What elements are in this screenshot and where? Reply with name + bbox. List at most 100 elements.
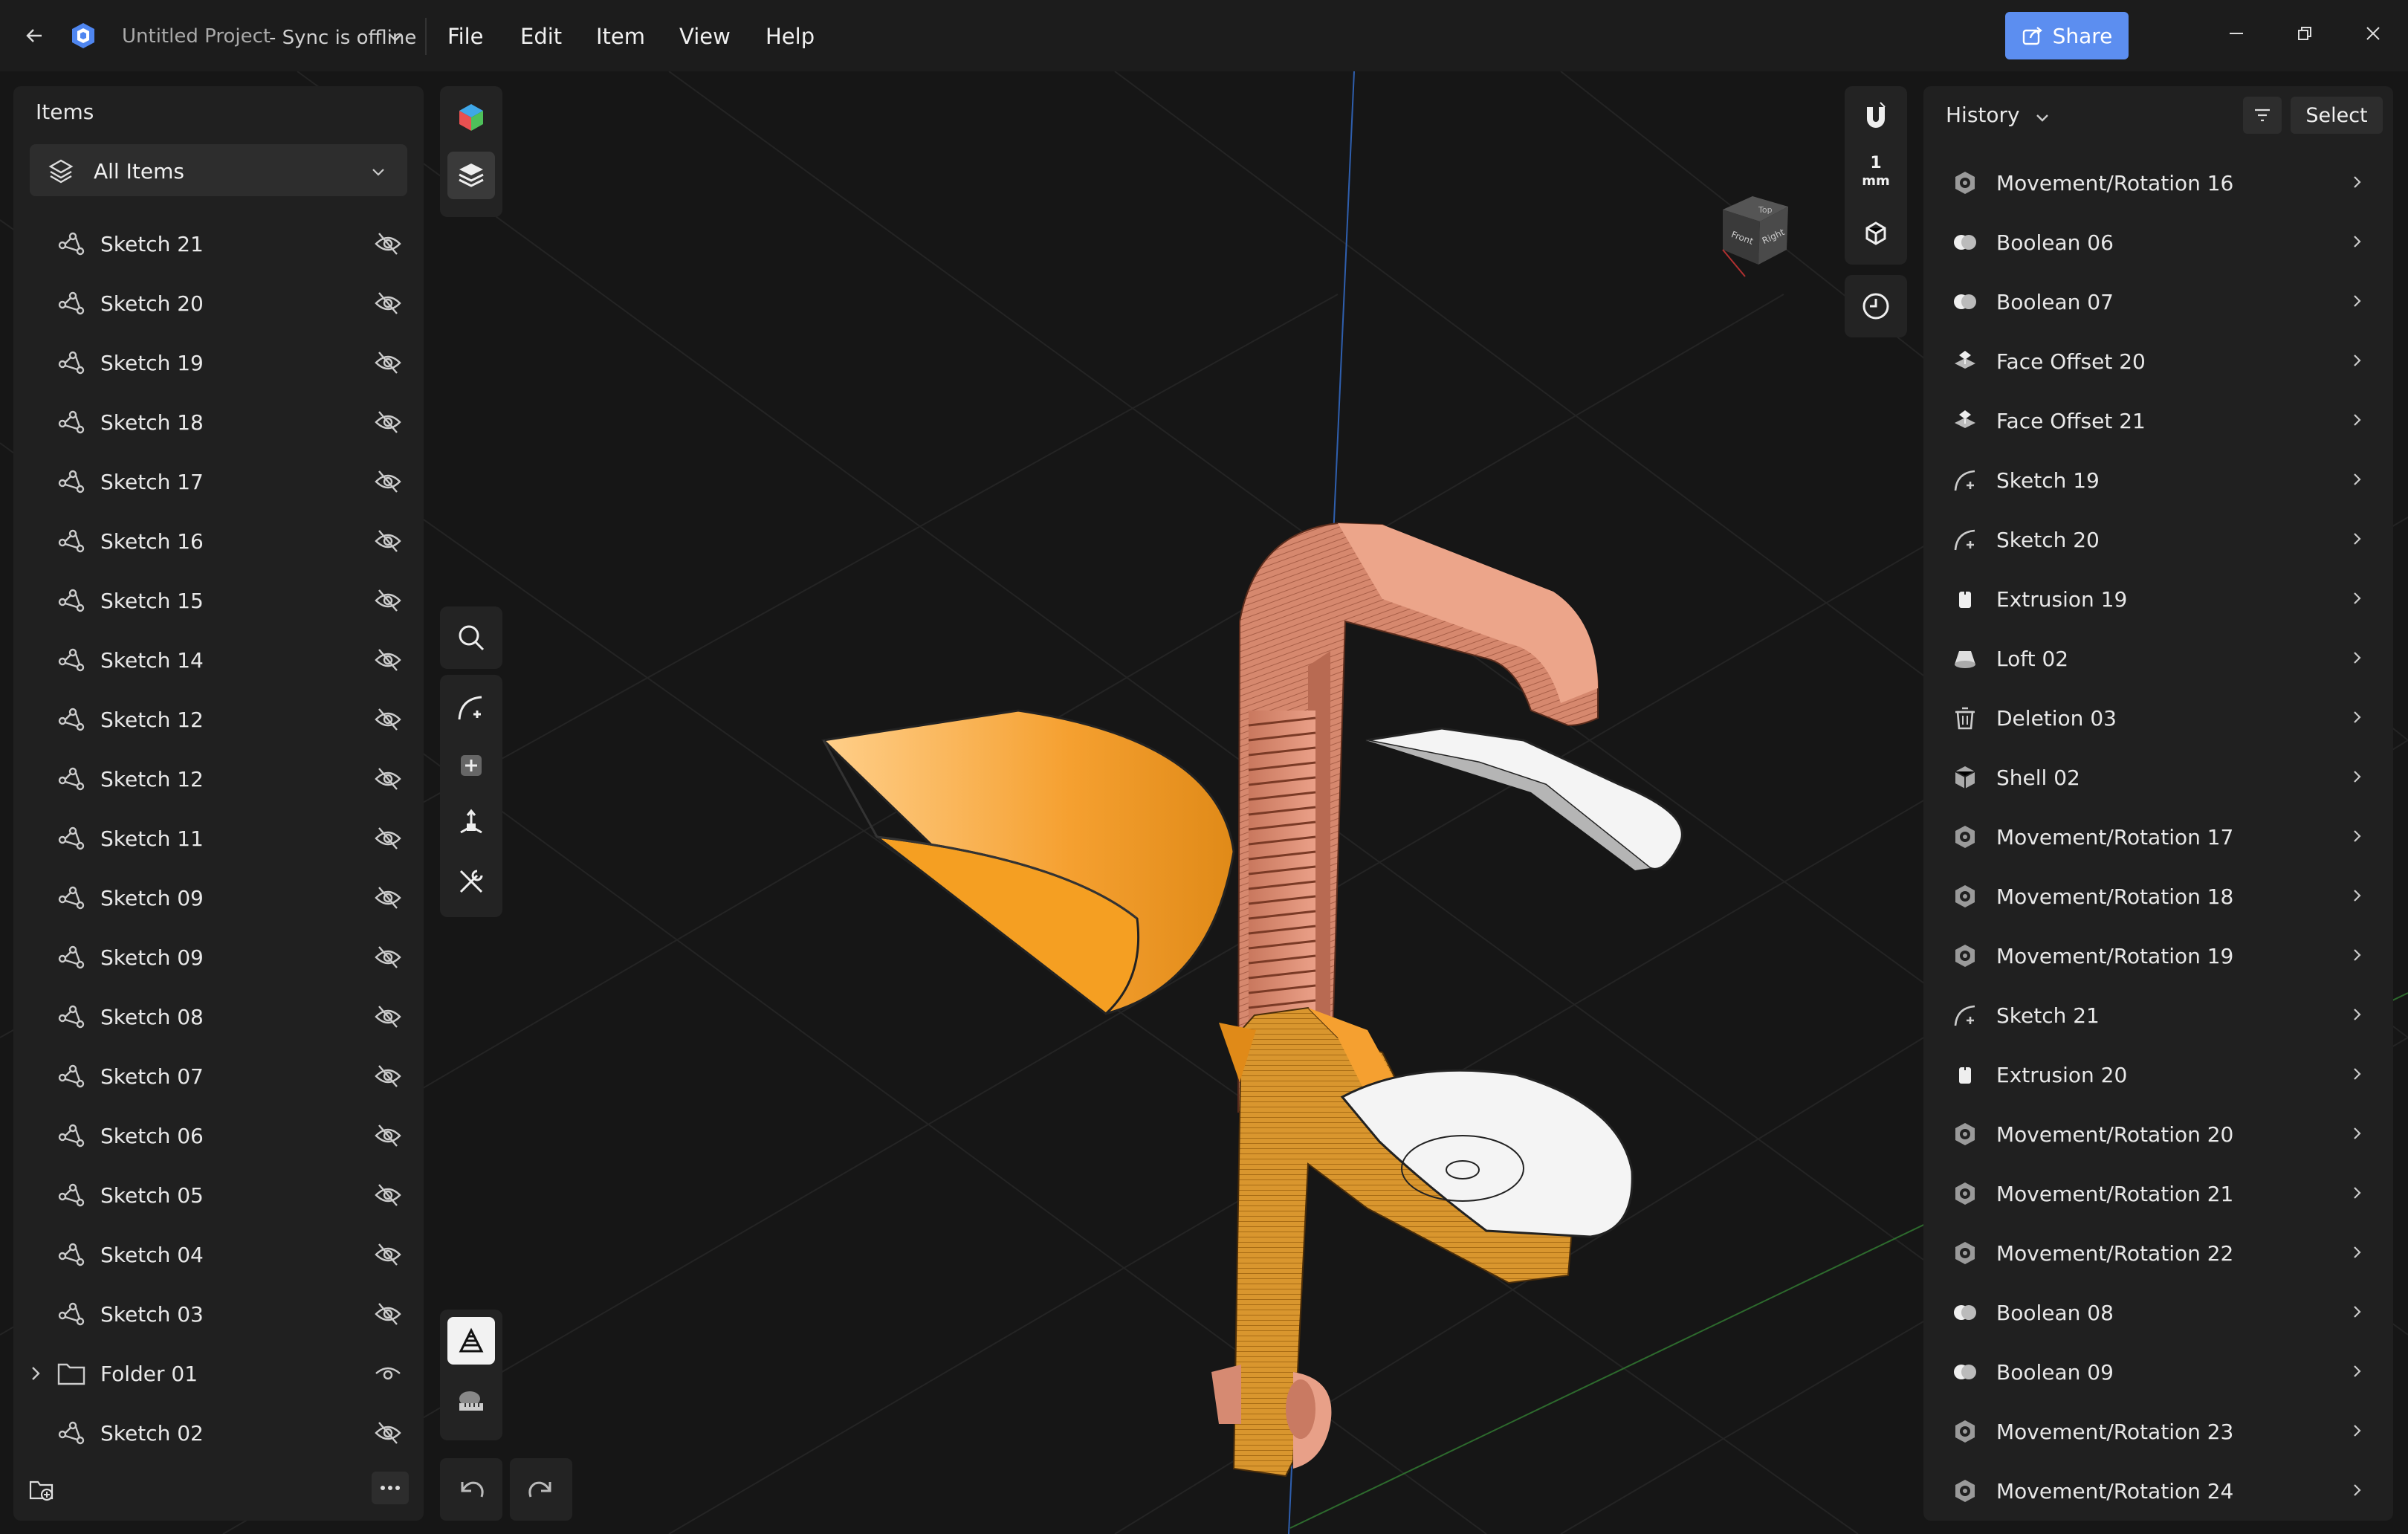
menu-help[interactable]: Help: [766, 24, 815, 49]
close-button[interactable]: [2354, 15, 2392, 52]
eye-off-icon[interactable]: [373, 884, 403, 911]
history-row[interactable]: Shell 02: [1923, 748, 2393, 807]
chevron-right-icon[interactable]: [2349, 709, 2365, 725]
history-row[interactable]: Deletion 03: [1923, 688, 2393, 748]
eye-off-icon[interactable]: [373, 1122, 403, 1149]
chevron-right-icon[interactable]: [2349, 1244, 2365, 1260]
history-row[interactable]: Sketch 20: [1923, 510, 2393, 569]
folder-row[interactable]: Folder 01: [13, 1344, 424, 1403]
history-row[interactable]: Boolean 09: [1923, 1342, 2393, 1402]
chevron-right-icon[interactable]: [2349, 1423, 2365, 1439]
history-row[interactable]: Boolean 07: [1923, 272, 2393, 331]
menu-item[interactable]: Item: [596, 24, 645, 49]
eye-off-icon[interactable]: [373, 944, 403, 971]
history-row[interactable]: Movement/Rotation 21: [1923, 1164, 2393, 1223]
history-row[interactable]: Face Offset 21: [1923, 391, 2393, 450]
item-row[interactable]: Sketch 18: [13, 392, 424, 452]
chevron-right-icon[interactable]: [2349, 352, 2365, 369]
chevron-right-icon[interactable]: [2349, 1363, 2365, 1379]
item-row[interactable]: Sketch 03: [13, 1284, 424, 1344]
appearance-button[interactable]: [447, 94, 495, 141]
menu-edit[interactable]: Edit: [520, 24, 562, 49]
eye-off-icon[interactable]: [373, 706, 403, 733]
transform-tool-button[interactable]: [447, 800, 495, 847]
item-row[interactable]: Sketch 02: [13, 1403, 424, 1463]
eye-off-icon[interactable]: [373, 766, 403, 792]
chevron-right-icon[interactable]: [2349, 531, 2365, 547]
chevron-right-icon[interactable]: [2349, 1185, 2365, 1201]
item-row[interactable]: Sketch 17: [13, 452, 424, 511]
eye-off-icon[interactable]: [373, 290, 403, 317]
chevron-right-icon[interactable]: [2349, 174, 2365, 190]
item-row[interactable]: Sketch 11: [13, 809, 424, 868]
chevron-right-icon[interactable]: [27, 1363, 45, 1384]
eye-off-icon[interactable]: [373, 409, 403, 436]
project-name[interactable]: Untitled Project: [122, 25, 271, 48]
item-row[interactable]: Sketch 04: [13, 1225, 424, 1284]
chevron-right-icon[interactable]: [2349, 947, 2365, 963]
history-row[interactable]: Boolean 06: [1923, 213, 2393, 272]
item-row[interactable]: Sketch 12: [13, 690, 424, 749]
history-row[interactable]: Face Offset 20: [1923, 331, 2393, 391]
chevron-right-icon[interactable]: [2349, 412, 2365, 428]
history-row[interactable]: Extrusion 20: [1923, 1045, 2393, 1104]
history-row[interactable]: Movement/Rotation 19: [1923, 926, 2393, 986]
item-row[interactable]: Sketch 20: [13, 274, 424, 333]
item-row[interactable]: Sketch 09: [13, 928, 424, 987]
chevron-right-icon[interactable]: [2349, 650, 2365, 666]
eye-off-icon[interactable]: [373, 1241, 403, 1268]
history-row[interactable]: Movement/Rotation 23: [1923, 1402, 2393, 1461]
item-row[interactable]: Sketch 09: [13, 868, 424, 928]
primitive-tool-button[interactable]: [447, 742, 495, 789]
history-row[interactable]: Loft 02: [1923, 629, 2393, 688]
add-folder-icon[interactable]: [27, 1475, 56, 1504]
items-filter-dropdown[interactable]: [30, 144, 407, 196]
menu-file[interactable]: File: [447, 24, 484, 49]
chevron-right-icon[interactable]: [2349, 887, 2365, 904]
item-row[interactable]: Sketch 14: [13, 630, 424, 690]
history-row[interactable]: Movement/Rotation 22: [1923, 1223, 2393, 1283]
eye-off-icon[interactable]: [373, 587, 403, 614]
history-filter-button[interactable]: [2243, 97, 2282, 134]
eye-off-icon[interactable]: [373, 647, 403, 673]
grid-unit-button[interactable]: 1 mm: [1852, 153, 1900, 195]
eye-off-icon[interactable]: [373, 1182, 403, 1208]
item-row[interactable]: Sketch 21: [13, 214, 424, 274]
eye-off-icon[interactable]: [373, 528, 403, 554]
item-row[interactable]: Sketch 06: [13, 1106, 424, 1165]
history-row[interactable]: Sketch 19: [1923, 450, 2393, 510]
search-button[interactable]: [447, 614, 495, 661]
undo-button[interactable]: [440, 1458, 502, 1521]
item-row[interactable]: Sketch 08: [13, 987, 424, 1046]
measure-button[interactable]: [447, 1376, 495, 1424]
history-row[interactable]: Movement/Rotation 17: [1923, 807, 2393, 867]
minimize-button[interactable]: [2218, 15, 2255, 52]
layers-button[interactable]: [447, 152, 495, 199]
chevron-down-icon[interactable]: [386, 28, 404, 46]
snap-button[interactable]: [1852, 94, 1900, 141]
restore-button[interactable]: [2286, 15, 2323, 52]
redo-button[interactable]: [510, 1458, 572, 1521]
item-row[interactable]: Sketch 15: [13, 571, 424, 630]
chevron-right-icon[interactable]: [2349, 1066, 2365, 1082]
history-row[interactable]: Movement/Rotation 24: [1923, 1461, 2393, 1521]
history-toggle-button[interactable]: [1852, 282, 1900, 330]
back-button[interactable]: [19, 21, 49, 51]
sketch-tool-button[interactable]: [447, 684, 495, 731]
tools-button[interactable]: [447, 858, 495, 905]
menu-view[interactable]: View: [679, 24, 731, 49]
chevron-right-icon[interactable]: [2349, 1125, 2365, 1142]
eye-off-icon[interactable]: [373, 1301, 403, 1327]
item-row[interactable]: Sketch 05: [13, 1165, 424, 1225]
chevron-right-icon[interactable]: [2349, 1482, 2365, 1498]
history-row[interactable]: Movement/Rotation 18: [1923, 867, 2393, 926]
slicer-button[interactable]: [447, 1317, 495, 1365]
history-row[interactable]: Movement/Rotation 20: [1923, 1104, 2393, 1164]
chevron-right-icon[interactable]: [2349, 1304, 2365, 1320]
chevron-right-icon[interactable]: [2349, 590, 2365, 606]
eye-off-icon[interactable]: [373, 349, 403, 376]
history-row[interactable]: Extrusion 19: [1923, 569, 2393, 629]
eye-off-icon[interactable]: [373, 1003, 403, 1030]
history-panel-title[interactable]: History: [1946, 103, 2020, 127]
history-row[interactable]: Sketch 21: [1923, 986, 2393, 1045]
